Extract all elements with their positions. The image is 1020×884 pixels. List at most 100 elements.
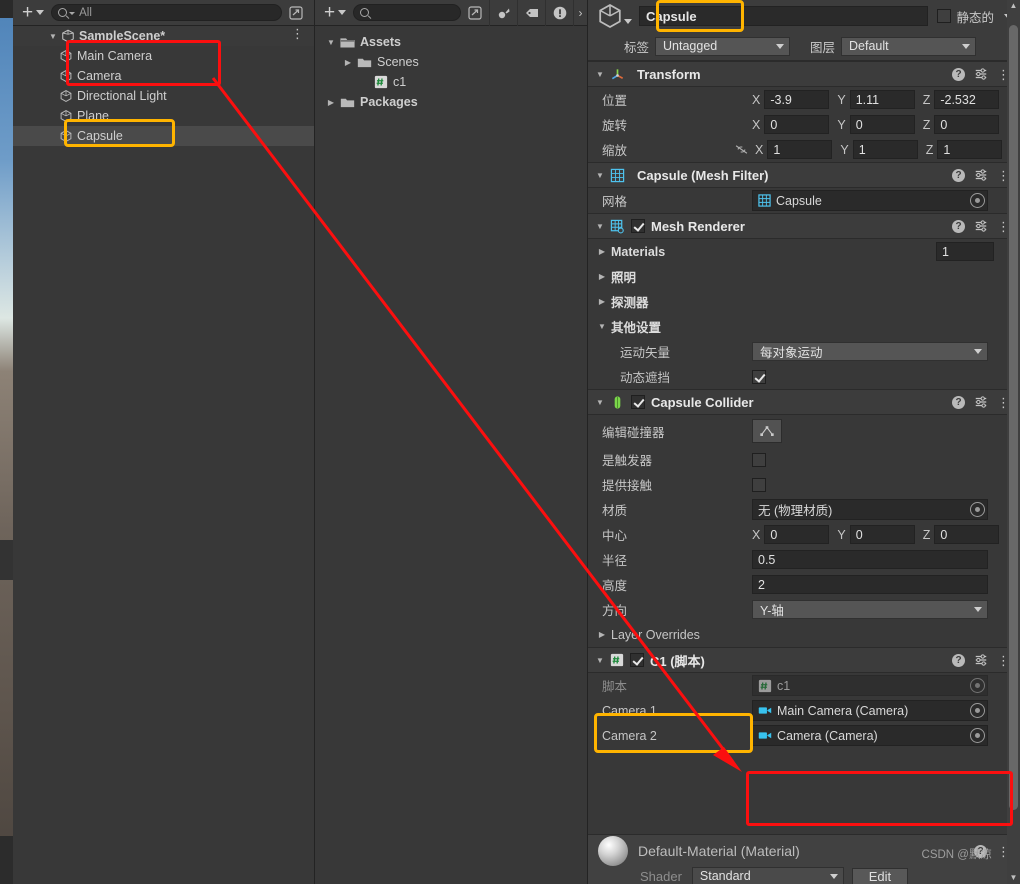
hierarchy-add-button[interactable]: + [13, 0, 51, 26]
project-search-input[interactable] [353, 4, 461, 21]
hierarchy-item-main-camera[interactable]: Main Camera [13, 46, 314, 66]
label-icon [525, 8, 538, 17]
preset-icon[interactable] [974, 67, 988, 81]
scrollbar-thumb[interactable] [1009, 25, 1018, 810]
numeric-field[interactable]: 2 [752, 575, 988, 594]
project-more-button[interactable]: › [573, 0, 587, 26]
object-field[interactable]: c1 [752, 675, 988, 696]
vector3-x-field[interactable]: 0 [764, 115, 830, 134]
property-dropdown[interactable]: 每对象运动 [752, 342, 988, 361]
chevron-right-icon[interactable] [596, 630, 608, 639]
edit-collider-button[interactable] [752, 419, 782, 443]
property-checkbox[interactable] [752, 477, 766, 492]
object-picker-icon[interactable] [970, 728, 985, 743]
vector3-x-field[interactable]: 1 [767, 140, 833, 159]
project-item-c1[interactable]: c1 [315, 72, 587, 92]
hierarchy-item-plane[interactable]: Plane [13, 106, 314, 126]
object-picker-icon[interactable] [970, 193, 985, 208]
help-icon[interactable]: ? [952, 219, 965, 233]
chevron-right-icon[interactable] [342, 58, 354, 67]
preset-icon[interactable] [974, 168, 988, 182]
vector3-y-field[interactable]: 0 [849, 115, 915, 134]
numeric-field-value: 2 [758, 577, 765, 592]
project-add-button[interactable]: + [315, 0, 353, 26]
static-checkbox[interactable] [937, 9, 952, 23]
chevron-right-icon[interactable] [596, 272, 608, 281]
property-checkbox[interactable] [752, 369, 766, 384]
component-header-transform[interactable]: Transform?⋮ [588, 61, 1020, 87]
materials-count-field[interactable]: 1 [936, 242, 994, 261]
property-checkbox[interactable] [752, 452, 766, 467]
vector3-x-field-value: -3.9 [770, 92, 792, 107]
chevron-right-icon[interactable] [325, 98, 337, 107]
vector3-z-field[interactable]: -2.532 [934, 90, 1000, 109]
component-header-c1-script[interactable]: C1 (脚本)?⋮ [588, 647, 1020, 673]
project-save-search-button[interactable] [489, 0, 517, 26]
project-expand-button[interactable] [465, 4, 485, 22]
preset-icon[interactable] [974, 395, 988, 409]
vector3-y-field[interactable]: 1.11 [849, 90, 915, 109]
vector3-z-field[interactable]: 0 [934, 525, 1000, 544]
vector3-z-field[interactable]: 0 [934, 115, 1000, 134]
vector3-z-field[interactable]: 1 [937, 140, 1003, 159]
chevron-right-icon[interactable] [596, 297, 608, 306]
scene-options-icon[interactable]: ⋮ [291, 27, 304, 40]
object-field[interactable]: 无 (物理材质) [752, 499, 988, 520]
inspector-scrollbar[interactable]: ▲ ▼ [1007, 0, 1020, 884]
help-icon[interactable]: ? [952, 653, 965, 667]
layer-dropdown[interactable]: Default [841, 36, 977, 56]
chevron-down-icon[interactable] [594, 398, 606, 407]
help-icon[interactable]: ? [952, 168, 965, 182]
project-warning-button[interactable] [545, 0, 573, 26]
project-label-button[interactable] [517, 0, 545, 26]
chevron-down-icon[interactable] [594, 171, 606, 180]
chevron-down-icon[interactable] [594, 70, 606, 79]
help-icon[interactable]: ? [952, 395, 965, 409]
object-picker-icon[interactable] [970, 703, 985, 718]
folder-open-icon [340, 37, 355, 47]
vector3-x-field[interactable]: 0 [764, 525, 830, 544]
project-item-scenes[interactable]: Scenes [315, 52, 587, 72]
object-field[interactable]: Capsule [752, 190, 988, 211]
project-toolbar: + › [315, 0, 587, 26]
component-header-capsule-collider[interactable]: Capsule Collider?⋮ [588, 389, 1020, 415]
vector3-x-field[interactable]: -3.9 [764, 90, 830, 109]
object-field[interactable]: Main Camera (Camera) [752, 700, 988, 721]
property-dropdown[interactable]: Y-轴 [752, 600, 988, 619]
hierarchy-item-camera[interactable]: Camera [13, 66, 314, 86]
prefab-dropdown-icon[interactable] [624, 18, 632, 24]
scroll-down-icon[interactable]: ▼ [1009, 873, 1018, 883]
object-field[interactable]: Camera (Camera) [752, 725, 988, 746]
component-enabled-checkbox[interactable] [631, 219, 645, 233]
chevron-right-icon[interactable] [596, 247, 608, 256]
hierarchy-search-input[interactable]: All [51, 4, 282, 21]
vector3-y-field[interactable]: 1 [852, 140, 918, 159]
component-header-mesh-renderer[interactable]: Mesh Renderer?⋮ [588, 213, 1020, 239]
component-header-mesh-filter[interactable]: Capsule (Mesh Filter)?⋮ [588, 162, 1020, 188]
project-item-assets[interactable]: Assets [315, 32, 587, 52]
hierarchy-expand-button[interactable] [286, 4, 306, 22]
vector3-y-field[interactable]: 0 [849, 525, 915, 544]
chevron-down-icon[interactable] [594, 222, 606, 231]
edit-button[interactable]: Edit [851, 867, 908, 884]
preset-icon[interactable] [974, 219, 988, 233]
project-item-packages[interactable]: Packages [315, 92, 587, 112]
hierarchy-item-capsule[interactable]: Capsule [13, 126, 314, 146]
shader-dropdown[interactable]: Standard [691, 866, 844, 884]
chevron-down-icon[interactable] [47, 32, 59, 41]
tag-dropdown[interactable]: Untagged [655, 36, 791, 56]
chevron-down-icon[interactable] [325, 38, 337, 47]
object-picker-icon[interactable] [970, 502, 985, 517]
chevron-down-icon[interactable] [594, 656, 606, 665]
scroll-up-icon[interactable]: ▲ [1009, 1, 1018, 11]
preset-icon[interactable] [974, 653, 988, 667]
help-icon[interactable]: ? [952, 67, 965, 81]
hierarchy-scene-row[interactable]: SampleScene* ⋮ [13, 26, 314, 46]
hierarchy-item-directional-light[interactable]: Directional Light [13, 86, 314, 106]
object-picker-icon[interactable] [970, 678, 985, 693]
chevron-down-icon[interactable] [596, 322, 608, 331]
object-name-input[interactable]: Capsule [639, 6, 929, 26]
component-enabled-checkbox[interactable] [630, 653, 644, 667]
component-enabled-checkbox[interactable] [631, 395, 645, 409]
numeric-field[interactable]: 0.5 [752, 550, 988, 569]
